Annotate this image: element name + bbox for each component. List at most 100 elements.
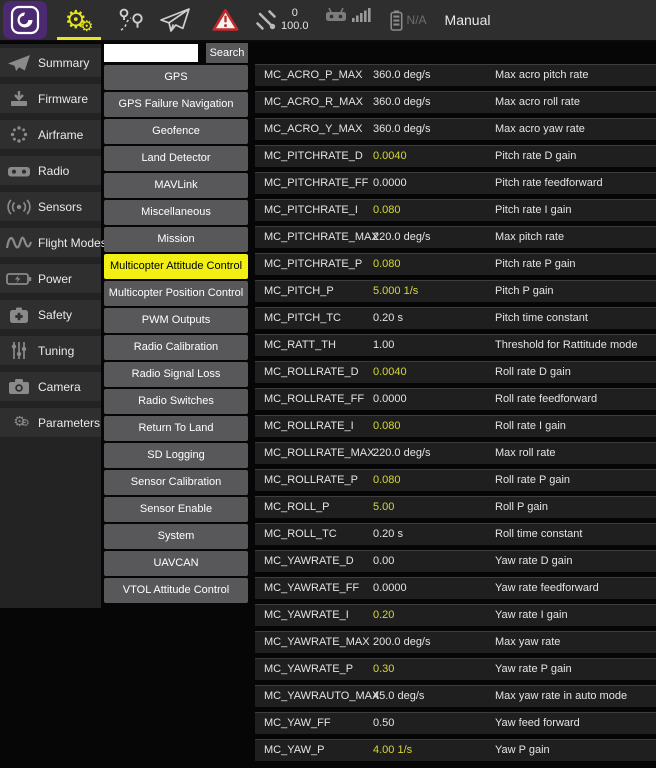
parameter-description: Max acro roll rate [495,96,656,108]
category-geofence[interactable]: Geofence [104,119,248,144]
parameter-row-mc-yaw-ff[interactable]: MC_YAW_FF 0.50 Yaw feed forward [255,712,656,734]
parameter-row-mc-rollrate-p[interactable]: MC_ROLLRATE_P 0.080 Roll rate P gain [255,469,656,491]
parameter-description: Pitch rate P gain [495,258,656,270]
category-radio-calibration[interactable]: Radio Calibration [104,335,248,360]
parameter-description: Pitch rate I gain [495,204,656,216]
sidebar-item-camera[interactable]: Camera [0,372,101,401]
parameter-name: MC_ACRO_P_MAX [255,69,373,81]
parameter-row-mc-pitchrate-d[interactable]: MC_PITCHRATE_D 0.0040 Pitch rate D gain [255,145,656,167]
category-mavlink[interactable]: MAVLink [104,173,248,198]
parameter-row-mc-rollrate-ff[interactable]: MC_ROLLRATE_FF 0.0000 Roll rate feedforw… [255,388,656,410]
sidebar-item-sensors[interactable]: Sensors [0,192,101,221]
sidebar-item-flight-modes[interactable]: Flight Modes [0,228,101,257]
sidebar-item-radio[interactable]: Radio [0,156,101,185]
sidebar-item-parameters[interactable]: ⚙⚙ Parameters [0,408,101,437]
parameter-name: MC_PITCHRATE_I [255,204,373,216]
parameter-value: 0.080 [373,204,495,216]
sidebar-item-summary[interactable]: Summary [0,48,101,77]
category-system[interactable]: System [104,524,248,549]
category-miscellaneous[interactable]: Miscellaneous [104,200,248,225]
parameter-name: MC_YAWRATE_MAX [255,636,373,648]
parameter-row-mc-pitchrate-p[interactable]: MC_PITCHRATE_P 0.080 Pitch rate P gain [255,253,656,275]
parameter-name: MC_RATT_TH [255,339,373,351]
tab-vehicle-messages[interactable] [205,0,245,41]
battery-power-icon [3,272,35,286]
parameter-row-mc-acro-p-max[interactable]: MC_ACRO_P_MAX 360.0 deg/s Max acro pitch… [255,64,656,86]
rc-transmitter-icon [325,7,347,22]
sidebar-item-power[interactable]: Power [0,264,101,293]
sidebar-item-label: Power [38,272,72,286]
sidebar-item-safety[interactable]: Safety [0,300,101,329]
battery-na-label: N/A [407,13,427,27]
parameter-row-mc-pitchrate-ff[interactable]: MC_PITCHRATE_FF 0.0000 Pitch rate feedfo… [255,172,656,194]
parameter-description: Threshold for Rattitude mode [495,339,656,351]
parameter-row-mc-acro-y-max[interactable]: MC_ACRO_Y_MAX 360.0 deg/s Max acro yaw r… [255,118,656,140]
tab-vehicle-setup[interactable]: ⚙ ⚙ [55,0,103,41]
parameter-name: MC_ROLLRATE_I [255,420,373,432]
parameter-row-mc-rollrate-max[interactable]: MC_ROLLRATE_MAX 220.0 deg/s Max roll rat… [255,442,656,464]
flight-mode-label[interactable]: Manual [445,12,491,28]
parameter-value: 200.0 deg/s [373,636,495,648]
sidebar-item-airframe[interactable]: Airframe [0,120,101,149]
gears-icon-small: ⚙ [80,19,93,34]
gps-status[interactable]: 0 100.0 [255,7,309,32]
parameter-name: MC_PITCHRATE_P [255,258,373,270]
parameter-row-mc-yawrate-i[interactable]: MC_YAWRATE_I 0.20 Yaw rate I gain [255,604,656,626]
parameter-value: 0.080 [373,474,495,486]
parameter-row-mc-pitchrate-i[interactable]: MC_PITCHRATE_I 0.080 Pitch rate I gain [255,199,656,221]
parameter-row-mc-roll-tc[interactable]: MC_ROLL_TC 0.20 s Roll time constant [255,523,656,545]
satellite-icon [255,9,277,31]
sidebar-item-firmware[interactable]: Firmware [0,84,101,113]
rc-rssi-status[interactable] [325,7,372,34]
parameter-row-mc-pitch-p[interactable]: MC_PITCH_P 5.000 1/s Pitch P gain [255,280,656,302]
category-multicopter-position-control[interactable]: Multicopter Position Control [104,281,248,306]
category-return-to-land[interactable]: Return To Land [104,416,248,441]
parameter-row-mc-pitch-tc[interactable]: MC_PITCH_TC 0.20 s Pitch time constant [255,307,656,329]
parameter-row-mc-yawrate-ff[interactable]: MC_YAWRATE_FF 0.0000 Yaw rate feedforwar… [255,577,656,599]
category-radio-signal-loss[interactable]: Radio Signal Loss [104,362,248,387]
setup-sidebar: Summary Firmware Airframe Radio Sensors … [0,44,101,608]
parameter-description: Yaw feed forward [495,717,656,729]
tab-fly[interactable] [153,0,197,41]
sidebar-item-tuning[interactable]: Tuning [0,336,101,365]
category-sd-logging[interactable]: SD Logging [104,443,248,468]
category-radio-switches[interactable]: Radio Switches [104,389,248,414]
category-uavcan[interactable]: UAVCAN [104,551,248,576]
parameter-description: Yaw rate I gain [495,609,656,621]
parameter-description: Yaw rate P gain [495,663,656,675]
parameter-row-mc-yawrauto-max[interactable]: MC_YAWRAUTO_MAX 45.0 deg/s Max yaw rate … [255,685,656,707]
parameter-row-mc-yawrate-max[interactable]: MC_YAWRATE_MAX 200.0 deg/s Max yaw rate [255,631,656,653]
parameter-description: Max yaw rate in auto mode [495,690,656,702]
category-land-detector[interactable]: Land Detector [104,146,248,171]
parameter-name: MC_ACRO_Y_MAX [255,123,373,135]
parameter-row-mc-yaw-p[interactable]: MC_YAW_P 4.00 1/s Yaw P gain [255,739,656,761]
parameter-row-mc-yawrate-d[interactable]: MC_YAWRATE_D 0.00 Yaw rate D gain [255,550,656,572]
parameter-row-mc-acro-r-max[interactable]: MC_ACRO_R_MAX 360.0 deg/s Max acro roll … [255,91,656,113]
category-gps[interactable]: GPS [104,65,248,90]
category-sensor-enable[interactable]: Sensor Enable [104,497,248,522]
parameter-description: Roll rate D gain [495,366,656,378]
parameter-value: 360.0 deg/s [373,123,495,135]
category-multicopter-attitude-control[interactable]: Multicopter Attitude Control [104,254,248,279]
parameter-row-mc-roll-p[interactable]: MC_ROLL_P 5.00 Roll P gain [255,496,656,518]
tab-plan[interactable] [111,0,151,41]
category-mission[interactable]: Mission [104,227,248,252]
search-button[interactable]: Search [206,43,248,63]
parameter-row-mc-rollrate-d[interactable]: MC_ROLLRATE_D 0.0040 Roll rate D gain [255,361,656,383]
category-pwm-outputs[interactable]: PWM Outputs [104,308,248,333]
parameter-value: 5.00 [373,501,495,513]
parameter-row-mc-rollrate-i[interactable]: MC_ROLLRATE_I 0.080 Roll rate I gain [255,415,656,437]
category-vtol-attitude-control[interactable]: VTOL Attitude Control [104,578,248,603]
parameter-row-mc-pitchrate-max[interactable]: MC_PITCHRATE_MAX 220.0 deg/s Max pitch r… [255,226,656,248]
category-gps-failure-navigation[interactable]: GPS Failure Navigation [104,92,248,117]
tuning-sliders-icon [3,341,35,360]
parameter-value: 0.080 [373,420,495,432]
parameter-row-mc-ratt-th[interactable]: MC_RATT_TH 1.00 Threshold for Rattitude … [255,334,656,356]
search-input[interactable] [104,44,198,62]
parameter-description: Pitch P gain [495,285,656,297]
qgroundcontrol-logo[interactable] [3,1,47,39]
parameter-row-mc-yawrate-p[interactable]: MC_YAWRATE_P 0.30 Yaw rate P gain [255,658,656,680]
parameter-name: MC_YAWRATE_D [255,555,373,567]
category-sensor-calibration[interactable]: Sensor Calibration [104,470,248,495]
battery-status[interactable]: N/A [390,10,427,31]
